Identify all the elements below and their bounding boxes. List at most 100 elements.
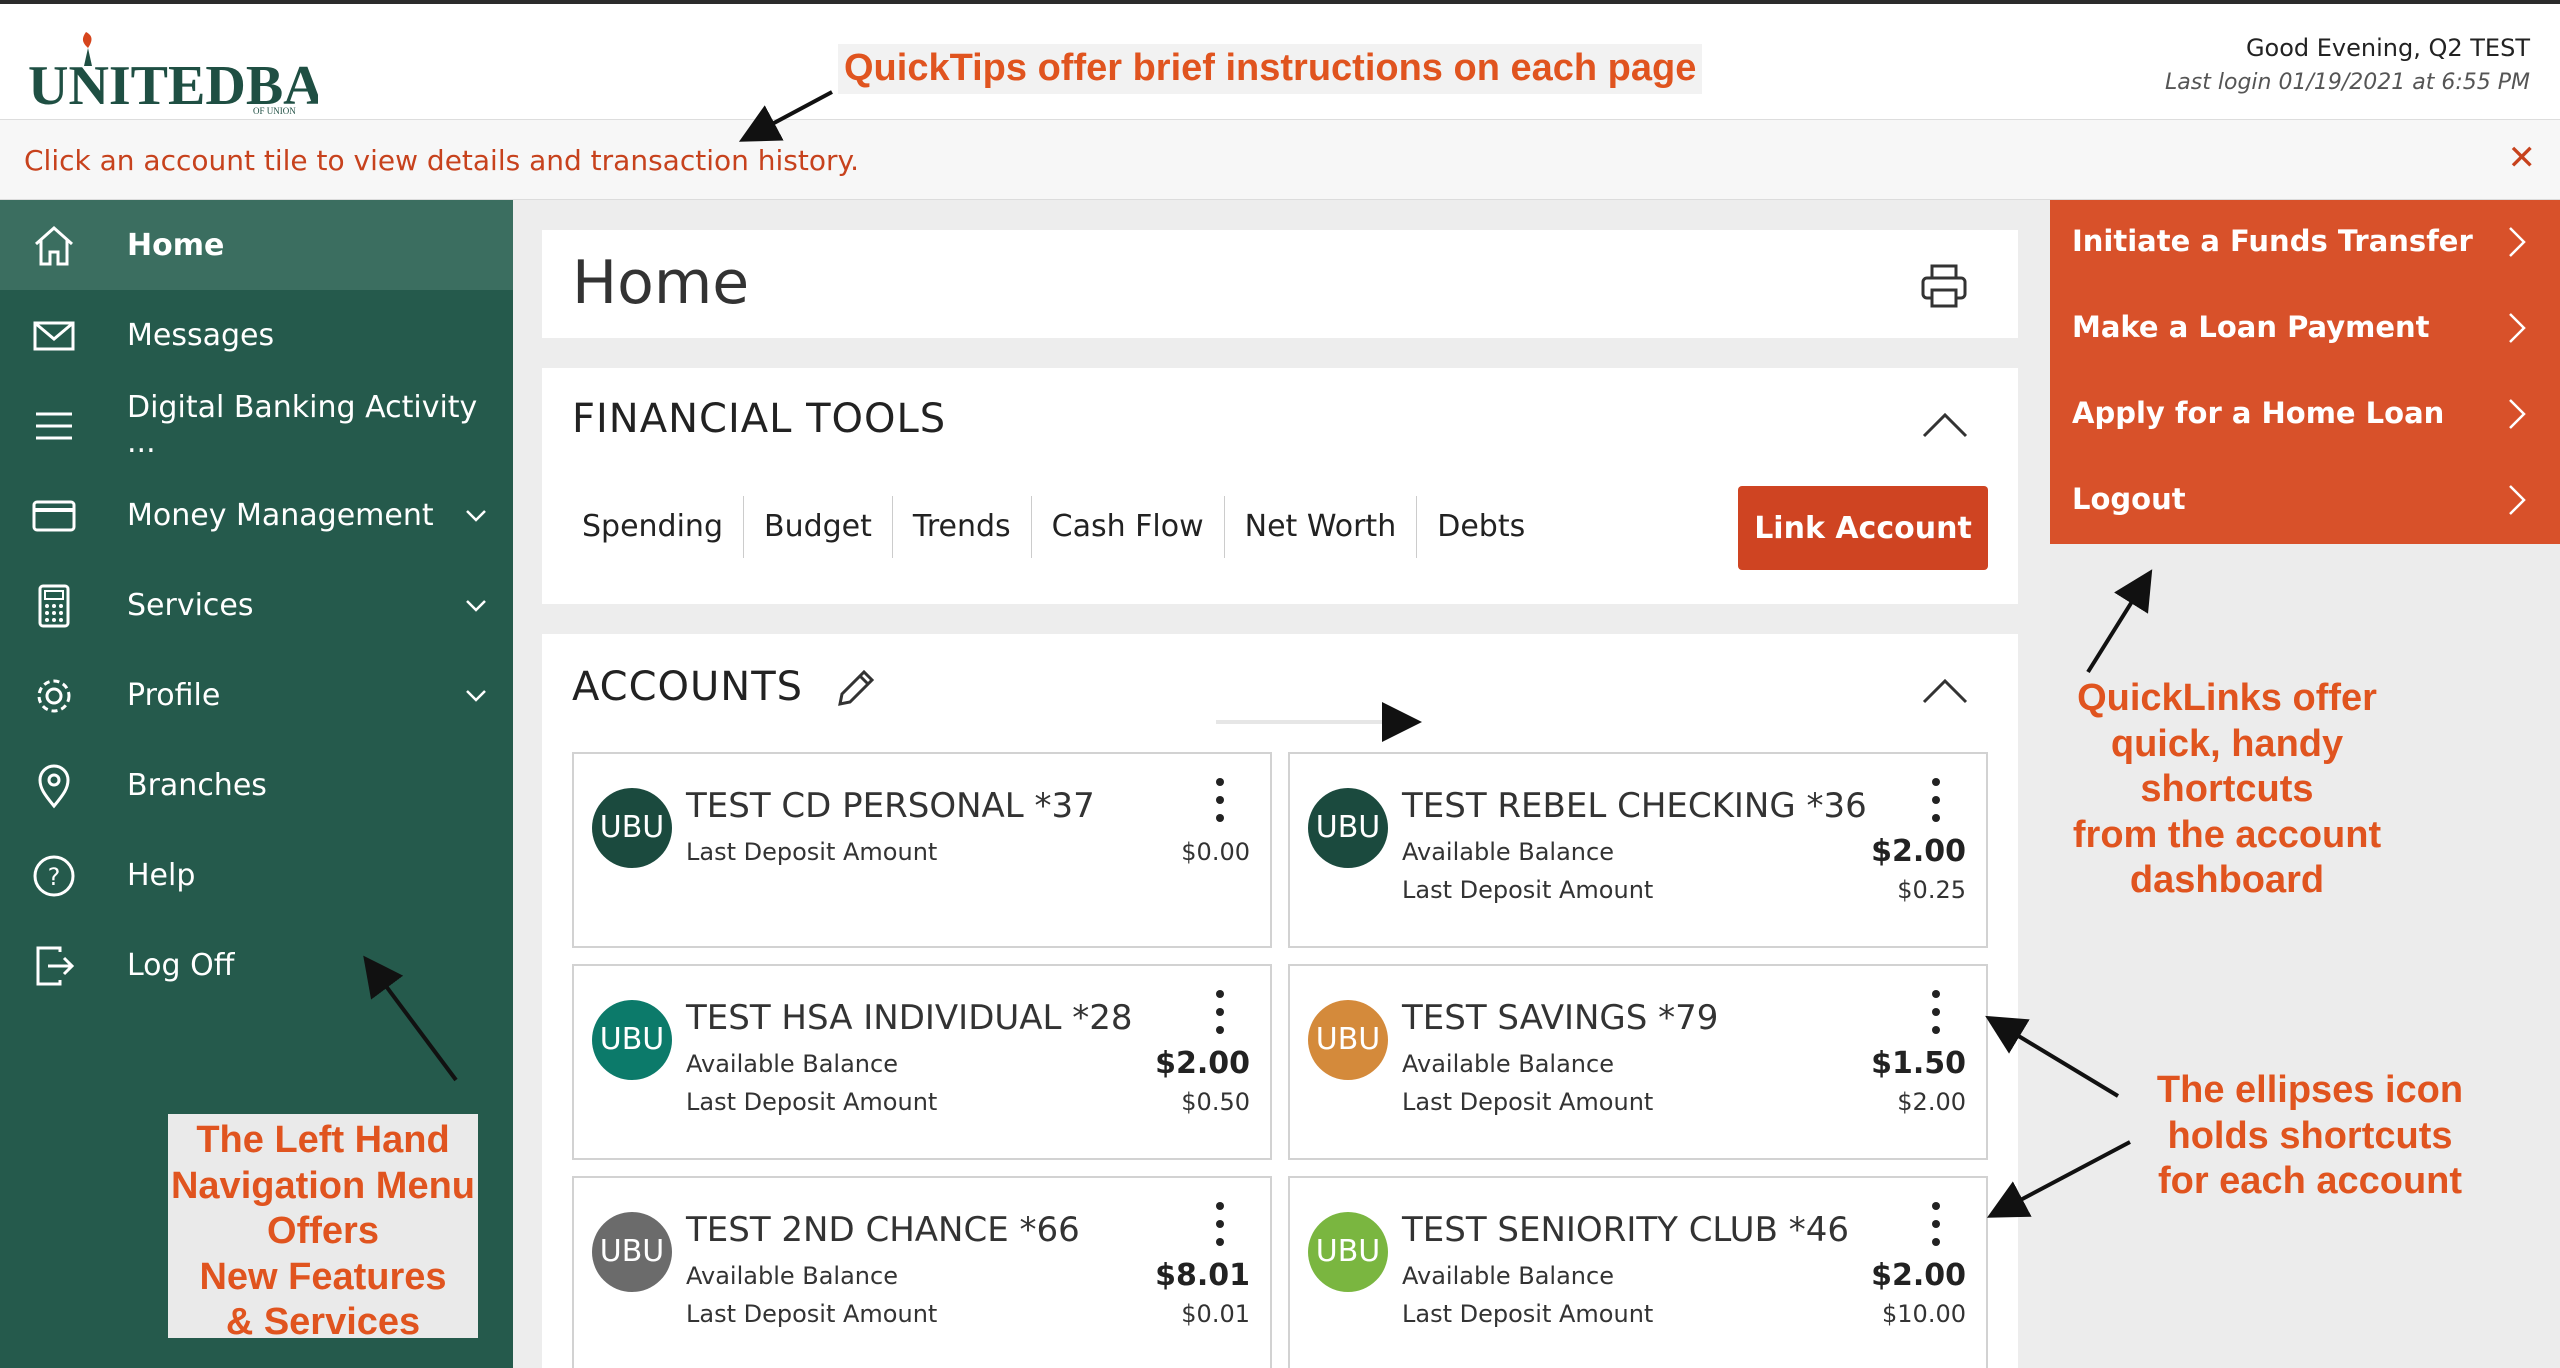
map-pin-icon xyxy=(38,764,70,809)
pencil-icon[interactable] xyxy=(832,664,880,712)
tab-spending[interactable]: Spending xyxy=(562,496,744,558)
ellipsis-vertical-icon[interactable] xyxy=(1210,988,1230,1036)
account-badge: UBU xyxy=(1308,788,1388,868)
available-balance-value: $2.00 xyxy=(1871,834,1966,869)
available-balance-value: $2.00 xyxy=(1155,1046,1250,1081)
nav-label: Services xyxy=(127,587,254,623)
nav-item-branches[interactable]: Branches xyxy=(0,740,513,830)
quicklink-logout[interactable]: Logout xyxy=(2050,458,2560,544)
accounts-card: ACCOUNTS UBU TEST CD PERSONAL *37 Last D… xyxy=(542,634,2018,1368)
nav-item-money-management[interactable]: Money Management xyxy=(0,470,513,560)
available-balance-label: Available Balance xyxy=(1402,1262,1614,1290)
available-balance-label: Available Balance xyxy=(686,1262,898,1290)
account-tile-rebel-checking[interactable]: UBU TEST REBEL CHECKING *36 Available Ba… xyxy=(1288,752,1988,948)
quicklink-label: Initiate a Funds Transfer xyxy=(2072,224,2473,258)
quicklink-label: Make a Loan Payment xyxy=(2072,310,2430,344)
nav-label: Money Management xyxy=(127,497,434,533)
chevron-right-icon xyxy=(2509,227,2526,257)
nav-item-profile[interactable]: Profile xyxy=(0,650,513,740)
nav-label: Digital Banking Activity ... xyxy=(127,390,478,460)
account-badge: UBU xyxy=(1308,1000,1388,1080)
menu-icon xyxy=(36,412,72,440)
quicklink-label: Logout xyxy=(2072,482,2186,516)
available-balance-value: $2.00 xyxy=(1871,1258,1966,1293)
available-balance-value: $8.01 xyxy=(1155,1258,1250,1293)
united-bank-logo[interactable]: UNITEDBANK OF UNION xyxy=(28,26,318,116)
chevron-up-icon[interactable] xyxy=(1920,410,1970,440)
chevron-right-icon xyxy=(2509,485,2526,515)
last-deposit-label: Last Deposit Amount xyxy=(1402,876,1654,904)
quicktip-bar: Click an account tile to view details an… xyxy=(0,120,2560,200)
available-balance-value: $1.50 xyxy=(1871,1046,1966,1081)
account-badge: UBU xyxy=(592,788,672,868)
accounts-title: ACCOUNTS xyxy=(572,664,804,710)
tab-cash-flow[interactable]: Cash Flow xyxy=(1032,496,1225,558)
chevron-down-icon[interactable] xyxy=(461,590,491,620)
annotation-line: The Left Hand xyxy=(196,1119,450,1161)
available-balance-label: Available Balance xyxy=(1402,838,1614,866)
close-icon[interactable]: ✕ xyxy=(2508,138,2537,178)
account-tile-2nd-chance[interactable]: UBU TEST 2ND CHANCE *66 Available Balanc… xyxy=(572,1176,1272,1368)
annotation-line: The ellipses icon xyxy=(2156,1069,2464,1111)
account-name: TEST HSA INDIVIDUAL *28 xyxy=(686,998,1133,1038)
ellipsis-vertical-icon[interactable] xyxy=(1926,776,1946,824)
chevron-down-icon[interactable] xyxy=(461,500,491,530)
last-deposit-value: $0.25 xyxy=(1897,876,1966,904)
nav-item-help[interactable]: ? Help xyxy=(0,830,513,920)
nav-item-log-off[interactable]: Log Off xyxy=(0,920,513,1010)
tab-trends[interactable]: Trends xyxy=(893,496,1032,558)
account-badge: UBU xyxy=(1308,1212,1388,1292)
link-account-button[interactable]: Link Account xyxy=(1738,486,1988,570)
account-name: TEST CD PERSONAL *37 xyxy=(686,786,1095,826)
last-deposit-label: Last Deposit Amount xyxy=(686,1300,938,1328)
available-balance-label: Available Balance xyxy=(686,1050,898,1078)
svg-text:OF UNION: OF UNION xyxy=(253,106,296,116)
ellipsis-vertical-icon[interactable] xyxy=(1926,988,1946,1036)
account-tile-cd-personal[interactable]: UBU TEST CD PERSONAL *37 Last Deposit Am… xyxy=(572,752,1272,948)
last-deposit-label: Last Deposit Amount xyxy=(686,1088,938,1116)
quicklink-loan-payment[interactable]: Make a Loan Payment xyxy=(2050,286,2560,372)
tab-net-worth[interactable]: Net Worth xyxy=(1225,496,1418,558)
printer-icon[interactable] xyxy=(1918,260,1970,312)
nav-item-home[interactable]: Home xyxy=(0,200,513,290)
gear-icon xyxy=(37,679,71,713)
account-name: TEST 2ND CHANCE *66 xyxy=(686,1210,1080,1250)
account-value: $0.00 xyxy=(1181,838,1250,866)
financial-tools-card: FINANCIAL TOOLS Spending Budget Trends C… xyxy=(542,368,2018,604)
nav-label: Messages xyxy=(127,317,275,353)
home-header-card: Home xyxy=(542,230,2018,338)
quicklink-label: Apply for a Home Loan xyxy=(2072,396,2445,430)
last-deposit-value: $10.00 xyxy=(1882,1300,1966,1328)
quicklink-funds-transfer[interactable]: Initiate a Funds Transfer xyxy=(2050,200,2560,286)
nav-item-messages[interactable]: Messages xyxy=(0,290,513,380)
last-deposit-value: $0.01 xyxy=(1181,1300,1250,1328)
ellipsis-vertical-icon[interactable] xyxy=(1210,776,1230,824)
financial-tools-tabs: Spending Budget Trends Cash Flow Net Wor… xyxy=(562,496,1545,558)
annotation-ellipses: The ellipses icon holds shortcuts for ea… xyxy=(2120,1068,2500,1205)
nav-item-services[interactable]: Services xyxy=(0,560,513,650)
envelope-icon xyxy=(33,321,75,351)
account-tile-hsa-individual[interactable]: UBU TEST HSA INDIVIDUAL *28 Available Ba… xyxy=(572,964,1272,1160)
account-tile-savings[interactable]: UBU TEST SAVINGS *79 Available Balance L… xyxy=(1288,964,1988,1160)
page: UNITEDBANK OF UNION Good Evening, Q2 TES… xyxy=(0,0,2560,1368)
annotation-line: for each account xyxy=(2157,1160,2463,1203)
nav-label: Log Off xyxy=(127,947,235,983)
tab-budget[interactable]: Budget xyxy=(744,496,893,558)
account-name: TEST SENIORITY CLUB *46 xyxy=(1402,1210,1849,1250)
chevron-right-icon xyxy=(2509,399,2526,429)
nav-label: Help xyxy=(127,857,196,893)
last-login-text: Last login 01/19/2021 at 6:55 PM xyxy=(2165,70,2530,95)
nav-item-digital-banking-activity[interactable]: Digital Banking Activity ... xyxy=(0,380,513,470)
account-tile-seniority-club[interactable]: UBU TEST SENIORITY CLUB *46 Available Ba… xyxy=(1288,1176,1988,1368)
quicklink-home-loan[interactable]: Apply for a Home Loan xyxy=(2050,372,2560,458)
annotation-line: dashboard xyxy=(2129,859,2325,902)
greeting-text: Good Evening, Q2 TEST xyxy=(2245,34,2530,62)
page-title: Home xyxy=(572,248,750,318)
tab-debts[interactable]: Debts xyxy=(1417,496,1545,558)
chevron-down-icon[interactable] xyxy=(461,680,491,710)
available-balance-label: Available Balance xyxy=(1402,1050,1614,1078)
ellipsis-vertical-icon[interactable] xyxy=(1926,1200,1946,1248)
ellipsis-vertical-icon[interactable] xyxy=(1210,1200,1230,1248)
chevron-up-icon[interactable] xyxy=(1920,676,1970,706)
annotation-line: QuickLinks offer xyxy=(2077,677,2377,719)
